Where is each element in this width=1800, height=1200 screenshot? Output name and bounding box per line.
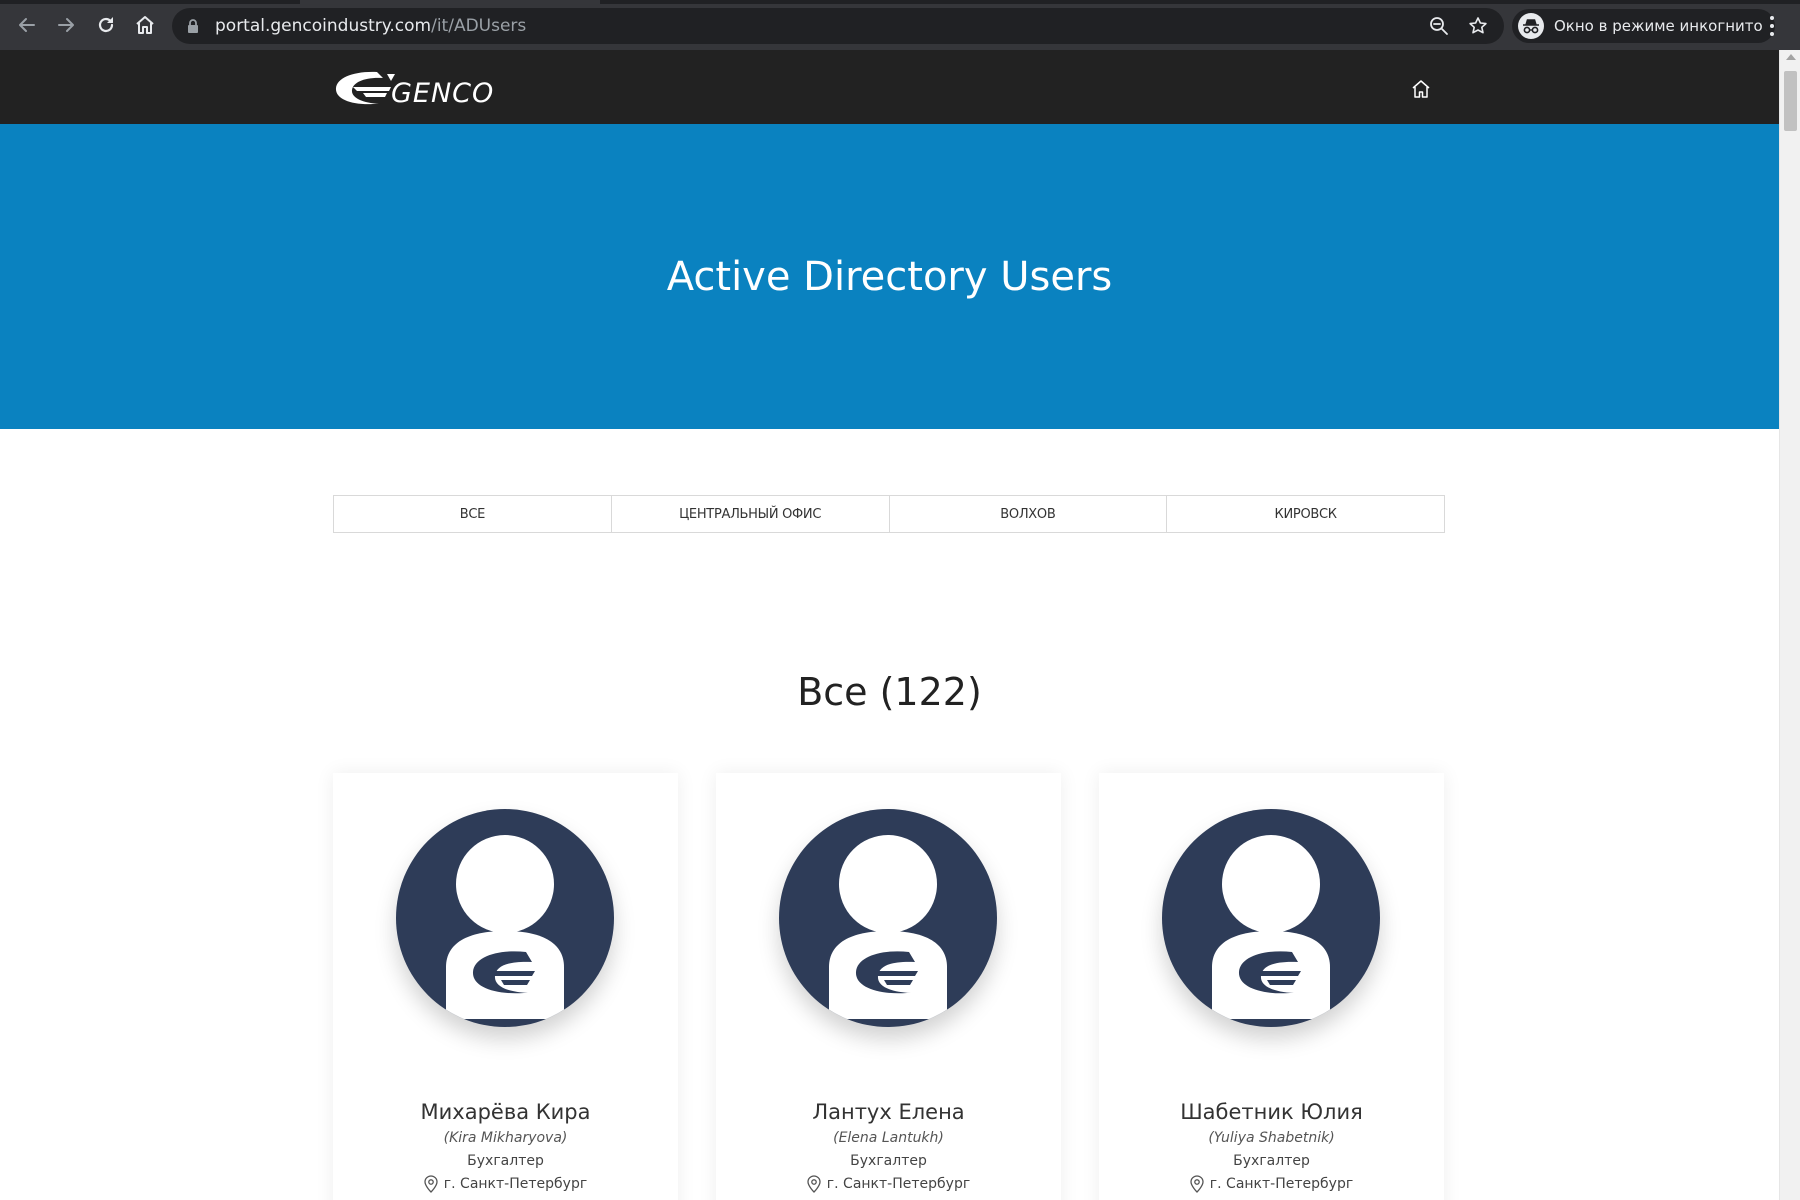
url-text[interactable]: portal.gencoindustry.com/it/ADUsers bbox=[215, 16, 526, 36]
user-latin-name: (Kira Mikharyova) bbox=[443, 1130, 568, 1146]
location-pin-icon bbox=[1190, 1175, 1204, 1193]
section-title: Все (122) bbox=[797, 670, 982, 714]
user-location: г. Санкт-Петербург bbox=[716, 1175, 1061, 1193]
page-title: Active Directory Users bbox=[666, 254, 1113, 300]
zoom-icon[interactable] bbox=[1429, 16, 1449, 36]
page-viewport: GENCO Active Directory Users ВСЕ ЦЕНТРАЛ… bbox=[0, 50, 1779, 1200]
user-card[interactable]: Лантух Елена (Elena Lantukh) Бухгалтер г… bbox=[716, 773, 1061, 1200]
user-latin-name: (Yuliya Shabetnik) bbox=[1208, 1130, 1335, 1146]
back-arrow-icon bbox=[19, 18, 35, 32]
scroll-up-arrow-icon[interactable] bbox=[1786, 54, 1796, 60]
user-location: г. Санкт-Петербург bbox=[333, 1175, 678, 1193]
home-button[interactable] bbox=[130, 10, 160, 40]
user-location-text: г. Санкт-Петербург bbox=[1209, 1176, 1354, 1192]
user-location-text: г. Санкт-Петербург bbox=[826, 1176, 971, 1192]
incognito-label: Окно в режиме инкогнито bbox=[1554, 17, 1763, 35]
user-location-text: г. Санкт-Петербург bbox=[443, 1176, 588, 1192]
tab-strip bbox=[0, 0, 1800, 4]
tab-all[interactable]: ВСЕ bbox=[334, 496, 612, 532]
vertical-scrollbar[interactable] bbox=[1779, 50, 1800, 1200]
site-header: GENCO bbox=[0, 50, 1779, 124]
lock-icon[interactable] bbox=[186, 18, 200, 34]
user-card[interactable]: Михарёва Кира (Kira Mikharyova) Бухгалте… bbox=[333, 773, 678, 1200]
genco-logo[interactable]: GENCO bbox=[333, 69, 518, 109]
avatar bbox=[396, 809, 614, 1027]
logo-text: GENCO bbox=[391, 78, 494, 107]
filter-tabs: ВСЕ ЦЕНТРАЛЬНЫЙ ОФИС ВОЛХОВ КИРОВСК bbox=[333, 495, 1445, 533]
bookmark-star-icon[interactable] bbox=[1468, 16, 1488, 36]
user-name[interactable]: Лантух Елена bbox=[716, 1100, 1061, 1124]
user-avatar-icon bbox=[1212, 835, 1330, 1019]
reload-icon bbox=[98, 17, 114, 33]
user-role: Бухгалтер bbox=[1233, 1153, 1310, 1169]
tab-volkhov[interactable]: ВОЛХОВ bbox=[890, 496, 1168, 532]
site-home-link[interactable] bbox=[1410, 78, 1432, 100]
user-name[interactable]: Михарёва Кира bbox=[333, 1100, 678, 1124]
location-pin-icon bbox=[807, 1175, 821, 1193]
back-button[interactable] bbox=[12, 10, 42, 40]
user-role: Бухгалтер bbox=[850, 1153, 927, 1169]
user-role: Бухгалтер bbox=[467, 1153, 544, 1169]
forward-button[interactable] bbox=[51, 10, 81, 40]
tab-central-office[interactable]: ЦЕНТРАЛЬНЫЙ ОФИС bbox=[612, 496, 890, 532]
user-name[interactable]: Шабетник Юлия bbox=[1099, 1100, 1444, 1124]
reload-button[interactable] bbox=[91, 10, 121, 40]
user-location: г. Санкт-Петербург bbox=[1099, 1175, 1444, 1193]
incognito-icon bbox=[1518, 13, 1544, 39]
forward-arrow-icon bbox=[58, 18, 74, 32]
address-bar[interactable]: portal.gencoindustry.com/it/ADUsers bbox=[172, 8, 1504, 44]
location-pin-icon bbox=[424, 1175, 438, 1193]
home-icon bbox=[136, 16, 154, 34]
url-host: portal.gencoindustry.com bbox=[215, 16, 432, 36]
menu-dots-icon bbox=[1770, 16, 1774, 20]
url-path: /it/ADUsers bbox=[431, 16, 527, 36]
browser-toolbar: portal.gencoindustry.com/it/ADUsers Окно… bbox=[0, 0, 1800, 50]
user-avatar-icon bbox=[829, 835, 947, 1019]
hero-banner: Active Directory Users bbox=[0, 124, 1779, 429]
avatar bbox=[779, 809, 997, 1027]
browser-menu-button[interactable] bbox=[1762, 14, 1782, 38]
tab-kirovsk[interactable]: КИРОВСК bbox=[1167, 496, 1444, 532]
user-card[interactable]: Шабетник Юлия (Yuliya Shabetnik) Бухгалт… bbox=[1099, 773, 1444, 1200]
scrollbar-thumb[interactable] bbox=[1784, 71, 1797, 131]
avatar bbox=[1162, 809, 1380, 1027]
user-avatar-icon bbox=[446, 835, 564, 1019]
user-latin-name: (Elena Lantukh) bbox=[833, 1130, 944, 1146]
incognito-indicator[interactable]: Окно в режиме инкогнито bbox=[1512, 9, 1775, 43]
home-icon bbox=[1412, 80, 1430, 98]
